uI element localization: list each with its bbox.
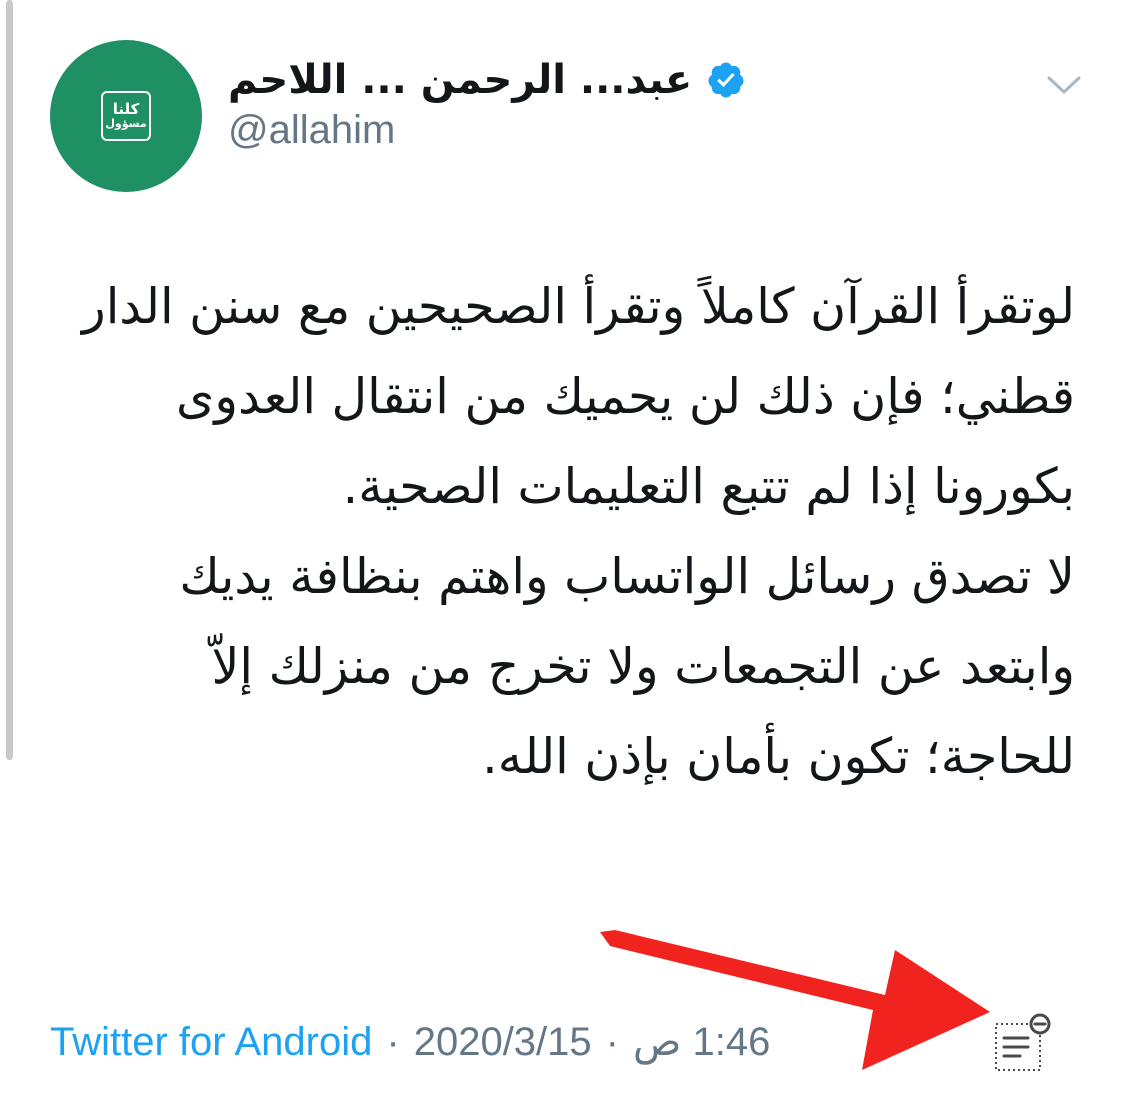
meta-separator: ·: [386, 1019, 400, 1064]
tweet-activity-icon[interactable]: [990, 1012, 1056, 1078]
scrollbar[interactable]: [6, 0, 13, 760]
tweet-paragraph-2: لا تصدق رسائل الواتساب واهتم بنظافة يديك…: [179, 548, 1075, 785]
tweet-source-link[interactable]: Twitter for Android: [50, 1020, 372, 1065]
verified-badge-icon: [708, 62, 744, 98]
tweet-text: لوتقرأ القرآن كاملاً وتقرأ الصحيحين مع س…: [55, 262, 1075, 802]
tweet-page: كلنا مسؤول عبد... الرحمن ... اللاحم @all…: [0, 0, 1125, 1101]
author-handle[interactable]: @allahim: [228, 108, 395, 153]
avatar-logo-line1: كلنا: [112, 100, 140, 119]
tweet-time[interactable]: 1:46 ص: [633, 1019, 770, 1065]
tweet-paragraph-1: لوتقرأ القرآن كاملاً وتقرأ الصحيحين مع س…: [82, 278, 1075, 515]
tweet-meta: Twitter for Android · 2020/3/15 · 1:46 ص: [50, 1012, 770, 1072]
tweet-date[interactable]: 2020/3/15: [414, 1020, 592, 1065]
avatar-logo-line2: مسؤول: [105, 117, 147, 131]
author-name-row[interactable]: عبد... الرحمن ... اللاحم: [228, 52, 746, 108]
avatar-logo: كلنا مسؤول: [101, 91, 151, 141]
avatar[interactable]: كلنا مسؤول: [50, 40, 202, 192]
chevron-down-icon[interactable]: [1045, 70, 1083, 100]
author-display-name[interactable]: عبد... الرحمن ... اللاحم: [228, 57, 692, 103]
meta-separator: ·: [605, 1019, 619, 1064]
